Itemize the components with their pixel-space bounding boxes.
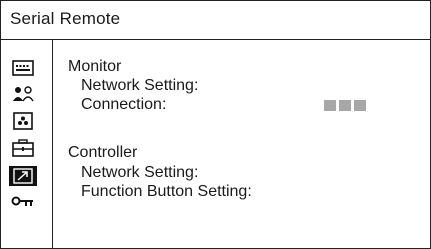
controller-function-button-setting[interactable]: Function Button Setting: (81, 183, 252, 201)
monitor-network-setting[interactable]: Network Setting: (81, 77, 198, 95)
keyboard-icon[interactable] (9, 58, 37, 78)
serial-remote-window: Serial Remote Monitor Network Setting: C… (0, 0, 431, 249)
toolbox-icon[interactable] (9, 138, 37, 158)
sidebar (1, 40, 53, 248)
monitor-connection[interactable]: Connection: (81, 96, 166, 114)
connection-status-indicator (324, 100, 366, 111)
users-icon[interactable] (9, 84, 37, 104)
camera-lens-icon[interactable] (9, 111, 37, 131)
title-bar: Serial Remote (1, 1, 430, 40)
status-block (324, 100, 336, 111)
controller-section-title: Controller (68, 144, 138, 161)
status-block (354, 100, 366, 111)
status-block (339, 100, 351, 111)
remote-arrow-icon[interactable] (9, 166, 37, 186)
page-title: Serial Remote (10, 9, 121, 28)
controller-network-setting[interactable]: Network Setting: (81, 164, 198, 182)
key-icon[interactable] (9, 192, 37, 212)
main-content: Monitor Network Setting: Connection: Con… (53, 40, 430, 248)
monitor-section-title: Monitor (68, 58, 122, 75)
